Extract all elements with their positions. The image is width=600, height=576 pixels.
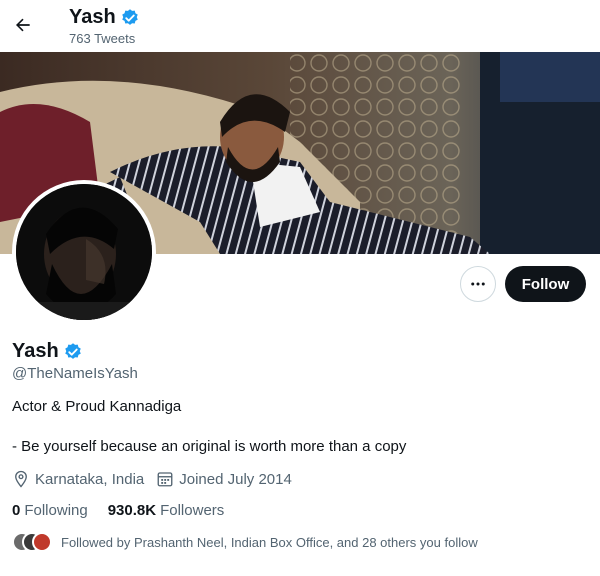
mutual-avatars — [12, 532, 52, 552]
avatar — [32, 532, 52, 552]
followed-by-text: Followed by Prashanth Neel, Indian Box O… — [61, 534, 478, 550]
tweets-count: 763 Tweets — [69, 31, 136, 46]
following-count: 0 — [12, 502, 21, 519]
profile-meta: Karnataka, India Joined July 2014 — [12, 470, 304, 488]
profile-name: Yash — [12, 340, 59, 362]
following-label: Following — [24, 502, 88, 519]
follow-stats: 0 Following 930.8K Followers — [12, 502, 244, 519]
header-title-row: Yash — [69, 6, 140, 29]
avatar-image — [16, 184, 152, 320]
follow-button[interactable]: Follow — [505, 266, 586, 302]
location-text: Karnataka, India — [35, 470, 145, 488]
joined-text: Joined July 2014 — [179, 470, 292, 488]
header-name: Yash — [69, 6, 116, 28]
bio-line-2: - Be yourself because an original is wor… — [12, 438, 407, 455]
followers-link[interactable]: 930.8K Followers — [108, 502, 225, 519]
profile-avatar[interactable] — [12, 180, 156, 324]
back-arrow-icon — [16, 18, 30, 32]
more-options-button[interactable] — [460, 266, 496, 302]
followers-count: 930.8K — [107, 502, 157, 519]
followers-you-know[interactable]: Followed by Prashanth Neel, Indian Box O… — [12, 532, 478, 552]
calendar-icon — [157, 472, 173, 487]
more-options-icon — [471, 282, 485, 286]
location: Karnataka, India — [12, 470, 144, 488]
location-pin-icon — [15, 470, 27, 488]
following-link[interactable]: 0 Following — [12, 502, 88, 519]
profile-name-row: Yash — [12, 340, 83, 363]
bio-line-1: Actor & Proud Kannadiga — [12, 398, 182, 415]
top-bar: Yash 763 Tweets — [0, 0, 600, 52]
profile-handle: @TheNameIsYash — [12, 365, 138, 382]
joined-date: Joined July 2014 — [156, 470, 292, 488]
verified-badge-icon — [64, 342, 81, 359]
followers-label: Followers — [160, 502, 225, 519]
back-button[interactable] — [6, 8, 40, 42]
verified-badge-icon — [121, 8, 138, 25]
